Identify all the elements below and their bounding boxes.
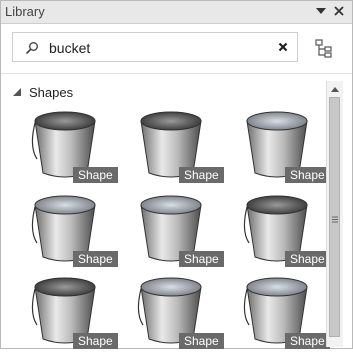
shape-label: Shape [73,251,118,267]
shape-label: Shape [285,333,330,349]
clear-search-button[interactable] [275,39,291,55]
chevron-down-icon [316,8,326,14]
panel-titlebar: Library [1,1,352,24]
shape-item[interactable]: Shape [127,105,224,187]
scroll-up-icon [331,86,339,92]
library-panel: Library bucket Shapes Shape Shape Shape … [0,0,353,349]
hierarchy-icon[interactable] [313,37,335,59]
panel-title: Library [5,4,45,19]
section-header-shapes[interactable]: Shapes [13,83,73,101]
scroll-up-button[interactable] [327,83,343,95]
close-icon [334,6,344,16]
shape-label: Shape [179,333,224,349]
shape-label: Shape [179,251,224,267]
shape-item[interactable]: Shape [21,271,118,353]
shape-label: Shape [285,251,330,267]
shape-label: Shape [73,167,118,183]
collapse-triangle-icon [13,88,21,96]
section-label: Shapes [29,84,74,100]
grip-icon [332,216,338,223]
panel-menu-button[interactable] [313,3,329,19]
shape-label: Shape [285,167,330,183]
divider [1,73,352,74]
shape-item[interactable]: Shape [127,271,224,353]
shape-label: Shape [179,167,224,183]
search-input[interactable]: bucket [49,40,90,56]
search-icon [25,42,38,55]
shape-item[interactable]: Shape [233,189,330,271]
clear-icon [278,42,288,52]
shape-item[interactable]: Shape [233,271,330,353]
scrollbar-thumb[interactable] [329,97,340,337]
search-box[interactable]: bucket [12,32,298,62]
panel-close-button[interactable] [331,3,347,19]
vertical-scrollbar[interactable] [326,81,343,347]
shape-item[interactable]: Shape [21,189,118,271]
shape-item[interactable]: Shape [21,105,118,187]
shape-item[interactable]: Shape [127,189,224,271]
shape-item[interactable]: Shape [233,105,330,187]
shape-label: Shape [73,333,118,349]
